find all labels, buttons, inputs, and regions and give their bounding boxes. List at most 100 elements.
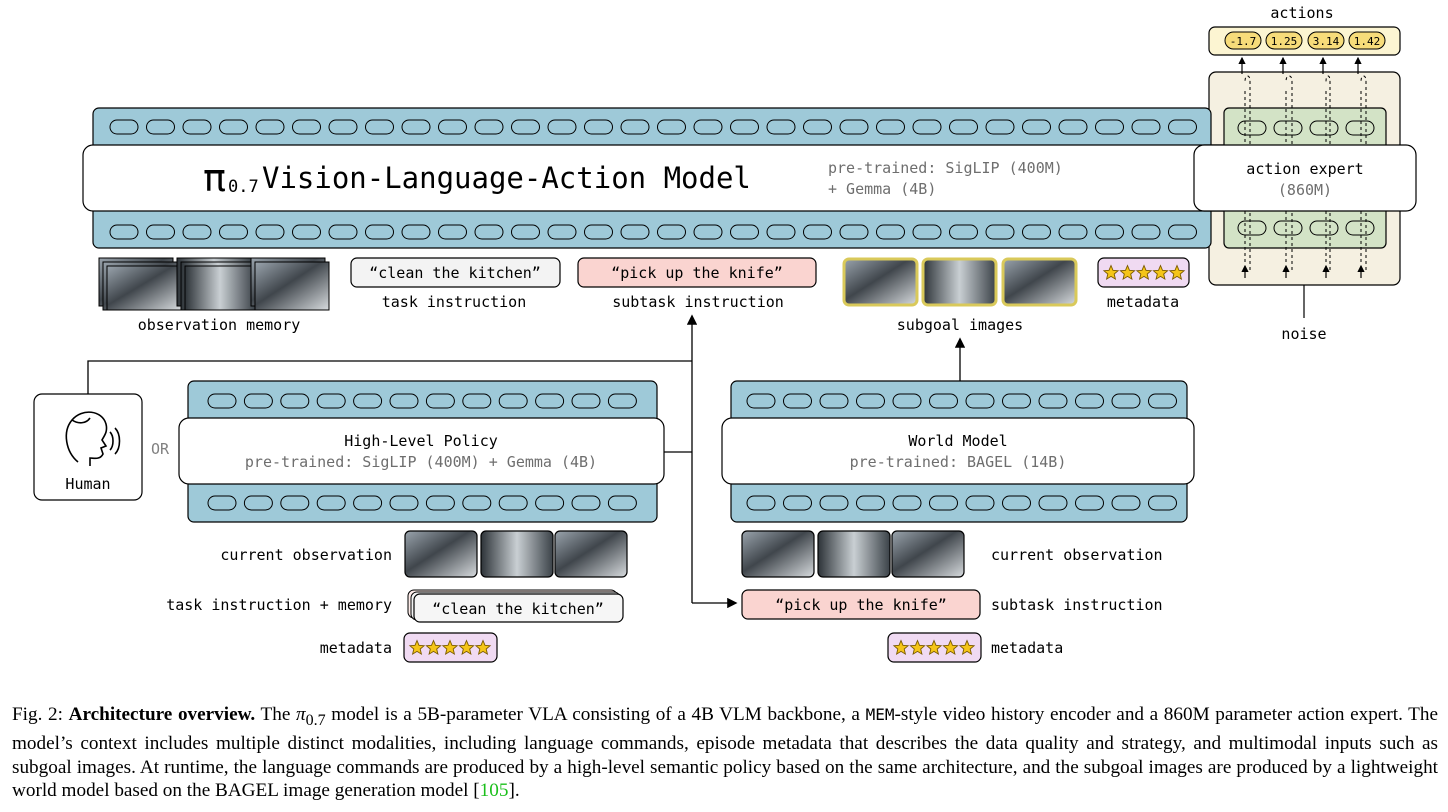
or-label: OR <box>151 440 170 458</box>
token <box>730 119 759 135</box>
token <box>657 224 686 240</box>
token <box>292 119 321 135</box>
token <box>146 224 175 240</box>
token <box>949 224 978 240</box>
vla-pretrained-line2: + Gemma (4B) <box>828 180 936 198</box>
token <box>929 393 958 409</box>
token <box>607 495 637 511</box>
token <box>353 495 383 511</box>
token <box>1111 495 1141 511</box>
token <box>929 495 958 511</box>
token <box>766 224 796 240</box>
wm-subtask-text: “pick up the knife” <box>775 596 947 614</box>
token <box>1148 495 1177 511</box>
caption-fig-number: Fig. 2: <box>12 704 63 725</box>
token <box>353 393 383 409</box>
pi-subscript: 0.7 <box>228 177 259 197</box>
observation-memory-label: observation memory <box>138 316 301 334</box>
token <box>425 495 455 511</box>
token <box>425 393 455 409</box>
token <box>1075 495 1104 511</box>
hlp-current-observation-label: current observation <box>220 546 392 564</box>
token <box>1002 393 1031 409</box>
token <box>292 224 321 240</box>
token <box>1058 224 1088 240</box>
token <box>892 393 922 409</box>
token <box>401 119 431 135</box>
action-value: 1.25 <box>1271 35 1298 48</box>
token <box>1309 120 1339 136</box>
token <box>219 224 248 240</box>
wm-metadata-label: metadata <box>991 639 1063 657</box>
token <box>219 119 248 135</box>
token <box>1345 220 1375 236</box>
token <box>620 224 650 240</box>
token <box>207 495 237 511</box>
caption-part1: The <box>260 704 291 725</box>
token <box>474 119 504 135</box>
caption-heading: Architecture overview. <box>68 704 256 725</box>
wm-subtask-label: subtask instruction <box>991 596 1163 614</box>
token <box>783 495 812 511</box>
token <box>1002 495 1031 511</box>
hlp-title: High-Level Policy <box>344 432 498 450</box>
token <box>243 393 273 409</box>
token <box>657 119 686 135</box>
token <box>1038 393 1068 409</box>
token <box>819 393 849 409</box>
token <box>1075 393 1104 409</box>
token <box>316 393 346 409</box>
token <box>511 119 540 135</box>
token <box>876 119 905 135</box>
token <box>280 495 310 511</box>
token <box>255 224 285 240</box>
token <box>892 495 922 511</box>
token <box>839 119 869 135</box>
token <box>607 393 637 409</box>
token <box>571 495 601 511</box>
token <box>1058 119 1088 135</box>
wm-pretrained: pre-trained: BAGEL (14B) <box>850 453 1067 471</box>
caption-citation-link[interactable]: 105 <box>480 780 509 801</box>
token <box>182 119 212 135</box>
token <box>985 224 1015 240</box>
token <box>462 495 492 511</box>
token <box>965 393 995 409</box>
vla-title: Vision-Language-Action Model <box>262 161 751 195</box>
wm-title-box <box>721 417 1195 485</box>
action-expert-title: action expert <box>1246 160 1363 178</box>
subgoal-images <box>842 257 1078 307</box>
token <box>1148 393 1177 409</box>
caption-part2: model is a 5B-parameter VLA consisting o… <box>331 704 860 725</box>
token <box>746 393 776 409</box>
figure-caption: Fig. 2: Architecture overview. The π0.7 … <box>12 703 1438 803</box>
pi-symbol: π <box>203 156 226 200</box>
token <box>389 393 419 409</box>
token <box>856 495 885 511</box>
token <box>401 224 431 240</box>
token <box>693 119 723 135</box>
hlp-task-text: “clean the kitchen” <box>432 600 604 618</box>
token <box>1022 224 1051 240</box>
token <box>949 119 978 135</box>
actions-label: actions <box>1270 4 1333 22</box>
token <box>985 119 1015 135</box>
caption-pi: π <box>296 704 306 725</box>
token <box>146 119 175 135</box>
token <box>182 224 212 240</box>
token <box>438 119 467 135</box>
wm-title: World Model <box>908 432 1007 450</box>
token <box>328 119 358 135</box>
token <box>498 393 528 409</box>
token <box>280 393 310 409</box>
token <box>255 119 285 135</box>
action-value: -1.7 <box>1230 35 1257 48</box>
token <box>438 224 467 240</box>
token <box>1022 119 1051 135</box>
token <box>584 224 613 240</box>
vla-pretrained-line1: pre-trained: SigLIP (400M) <box>828 159 1063 177</box>
token <box>803 224 832 240</box>
token <box>839 224 869 240</box>
token <box>746 495 776 511</box>
subgoal-images-label: subgoal images <box>897 316 1023 334</box>
